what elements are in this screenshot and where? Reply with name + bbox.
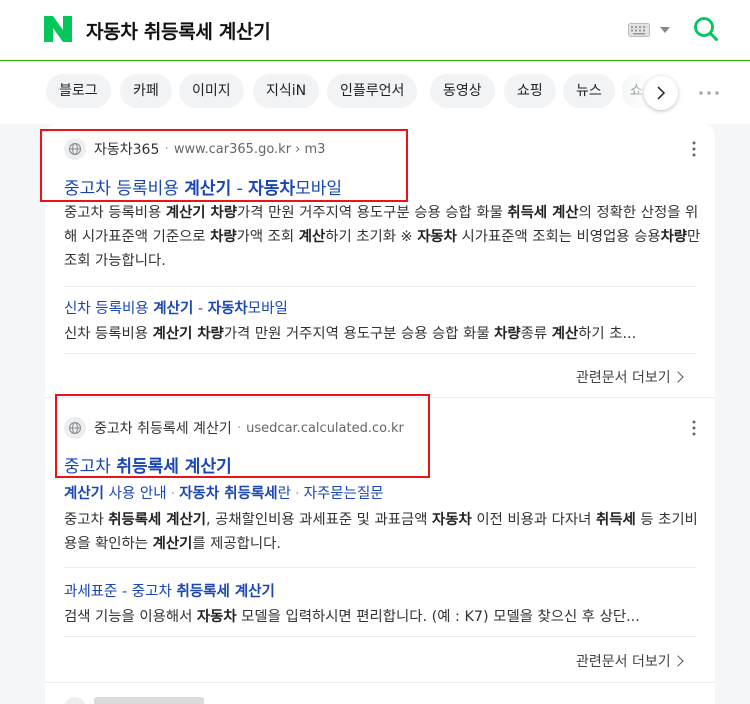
divider	[64, 286, 696, 287]
chevron-right-icon	[657, 86, 666, 100]
search-tabs: 블로그 카페 이미지 지식iN 인플루언서 동영상 쇼핑 뉴스 쇼	[0, 62, 750, 124]
search-icon[interactable]	[693, 16, 719, 42]
chevron-down-icon[interactable]	[660, 27, 670, 33]
tab-blog[interactable]: 블로그	[46, 74, 111, 108]
highlight-box	[55, 394, 430, 478]
search-query-input[interactable]: 자동차 취등록세 계산기	[86, 17, 271, 44]
sub-result-description: 신차 등록비용 계산기 차량가격 만원 거주지역 용도구분 승용 승합 화물 차…	[64, 326, 637, 342]
result-description: 중고차 등록비용 계산기 차량가격 만원 거주지역 용도구분 승용 승합 화물 …	[64, 205, 701, 269]
sitelink[interactable]: 자동차 취등록세란	[179, 486, 291, 502]
more-vertical-icon[interactable]	[690, 141, 698, 157]
tab-influencer[interactable]: 인플루언서	[327, 74, 418, 108]
tab-kin[interactable]: 지식iN	[253, 74, 320, 108]
search-header: 자동차 취등록세 계산기	[0, 0, 750, 61]
more-horizontal-icon[interactable]	[699, 91, 719, 95]
tab-video[interactable]: 동영상	[430, 74, 495, 108]
tabs-next-button[interactable]	[644, 76, 678, 110]
more-vertical-icon[interactable]	[690, 420, 698, 436]
tab-news[interactable]: 뉴스	[563, 74, 615, 108]
divider	[64, 567, 696, 568]
chevron-right-icon	[671, 655, 684, 667]
sub-result-link[interactable]: 과세표준 - 중고차 취등록세 계산기	[64, 580, 275, 601]
related-docs-more-link[interactable]: 관련문서 더보기	[576, 367, 684, 387]
result-separator	[45, 682, 715, 683]
keyboard-icon[interactable]	[628, 23, 650, 37]
sitelink[interactable]: 자주묻는질문	[304, 486, 384, 502]
divider	[64, 353, 696, 354]
chevron-right-icon	[671, 371, 684, 383]
sub-result-description: 검색 기능을 이용해서 자동차 모델을 입력하시면 편리합니다. (예 : K7…	[64, 609, 640, 625]
divider	[64, 636, 696, 637]
sitelinks: 계산기 사용 안내 · 자동차 취등록세란 · 자주묻는질문	[64, 486, 384, 502]
sub-result-link[interactable]: 신차 등록비용 계산기 - 자동차모바일	[64, 297, 288, 318]
next-result-peek	[94, 697, 204, 704]
tab-shopping[interactable]: 쇼핑	[504, 74, 556, 108]
naver-logo-icon[interactable]	[44, 16, 72, 42]
related-docs-more-link[interactable]: 관련문서 더보기	[576, 651, 684, 671]
tab-image[interactable]: 이미지	[179, 74, 244, 108]
tab-cafe[interactable]: 카페	[120, 74, 172, 108]
sitelink[interactable]: 계산기 사용 안내	[64, 486, 167, 502]
highlight-box	[40, 129, 408, 202]
result-description: 중고차 취등록세 계산기, 공채할인비용 과세표준 및 과표금액 자동차 이전 …	[64, 512, 698, 552]
